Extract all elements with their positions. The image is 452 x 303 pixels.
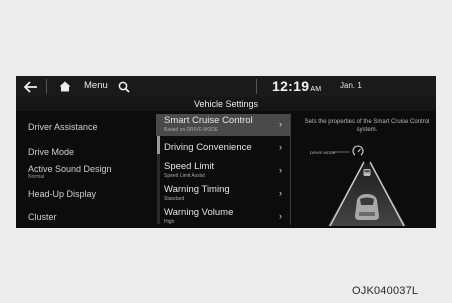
description-text: Sets the properties of the Smart Cruise … <box>304 119 430 133</box>
left-menu: Driver Assistance Drive Mode Active Soun… <box>16 113 156 228</box>
chevron-right-icon: › <box>279 211 282 221</box>
infotainment-screen: Menu 12:19AM Jan. 1 Vehicle Settings Dri… <box>16 76 436 228</box>
back-arrow-icon[interactable] <box>22 76 40 97</box>
sub-menu-item-label: Warning Volume <box>164 207 234 218</box>
sub-menu-item-speed-limit[interactable]: Speed Limit Speed Limit Assist › <box>156 160 290 182</box>
menu-button[interactable]: Menu <box>84 80 108 91</box>
home-icon[interactable] <box>56 76 74 97</box>
sub-menu-item-sublabel: Speed Limit Assist <box>164 173 205 179</box>
chevron-right-icon: › <box>279 119 282 129</box>
clock-ampm: AM <box>310 86 322 93</box>
page-title: Vehicle Settings <box>193 99 259 109</box>
sub-menu-item-sublabel: High <box>164 219 175 225</box>
car-icon <box>363 169 371 176</box>
left-menu-item-label: Head-Up Display <box>28 189 97 199</box>
sub-menu-item-driving-convenience[interactable]: Driving Convenience › <box>156 137 290 159</box>
left-menu-item-cluster[interactable]: Cluster <box>28 212 57 222</box>
sub-menu-item-warning-timing[interactable]: Warning Timing Standard › <box>156 183 290 205</box>
header-bar: Vehicle Settings <box>16 97 436 111</box>
cruise-control-icon <box>352 145 364 156</box>
sub-menu-item-warning-volume[interactable]: Warning Volume High › <box>156 206 290 228</box>
sub-menu-item-label: Driving Convenience <box>164 142 252 153</box>
clock-time: 12:19 <box>272 78 310 94</box>
left-menu-item-driver-assistance[interactable]: Driver Assistance <box>28 122 98 132</box>
sub-menu-item-sublabel: Standard <box>164 196 185 202</box>
left-menu-item-sublabel: Normal <box>28 174 45 180</box>
sub-menu-item-label: Smart Cruise Control <box>164 115 253 126</box>
sub-menu-item-label: Speed Limit <box>164 161 215 172</box>
image-caption: OJK040037L <box>352 285 419 297</box>
clock: 12:19AM <box>272 78 321 94</box>
left-menu-item-active-sound-design[interactable]: Active Sound Design Normal <box>28 164 112 180</box>
separator <box>256 79 257 94</box>
status-bar: Menu 12:19AM Jan. 1 <box>16 76 436 97</box>
left-menu-item-label: Drive Mode <box>28 147 75 157</box>
chevron-right-icon: › <box>279 188 282 198</box>
car-icon <box>355 194 379 220</box>
sub-menu-item-sublabel: Based on DRIVE MODE <box>164 127 219 133</box>
smart-cruise-illustration: DRIVE MODE <box>306 142 430 228</box>
left-menu-item-drive-mode[interactable]: Drive Mode <box>28 147 74 157</box>
sub-menu-item-label: Warning Timing <box>164 184 230 195</box>
date: Jan. 1 <box>340 81 362 90</box>
separator <box>46 79 47 94</box>
chevron-right-icon: › <box>279 142 282 152</box>
left-menu-item-head-up-display[interactable]: Head-Up Display <box>28 189 96 199</box>
search-icon[interactable] <box>115 76 133 97</box>
sub-menu-item-smart-cruise-control[interactable]: Smart Cruise Control Based on DRIVE MODE… <box>156 114 290 136</box>
left-menu-item-label: Driver Assistance <box>28 122 98 132</box>
left-menu-item-label: Active Sound Design <box>28 164 112 174</box>
column-divider <box>290 113 291 225</box>
chevron-right-icon: › <box>279 165 282 175</box>
drive-mode-mini-label: DRIVE MODE <box>310 150 336 155</box>
left-menu-item-label: Cluster <box>28 212 57 222</box>
